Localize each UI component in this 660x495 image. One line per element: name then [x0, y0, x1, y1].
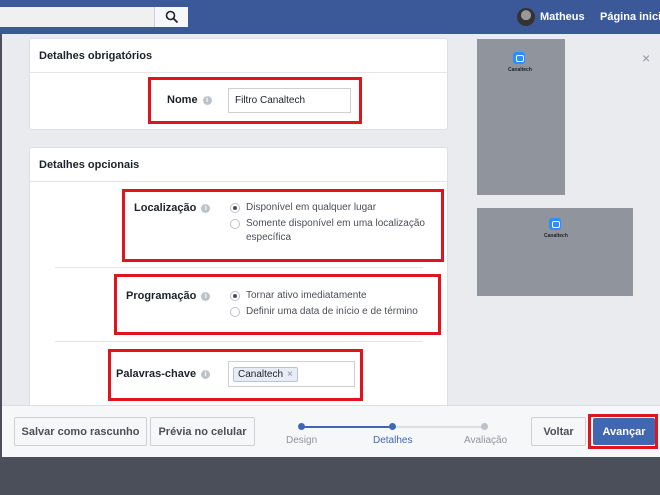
back-label: Voltar	[543, 425, 574, 438]
highlight-schedule	[114, 274, 441, 335]
brand-logo-icon	[513, 52, 525, 64]
back-button[interactable]: Voltar	[531, 417, 586, 446]
save-draft-label: Salvar como rascunho	[21, 425, 140, 438]
section-divider	[55, 341, 423, 342]
section-divider	[55, 267, 423, 268]
backdrop-bottom	[0, 457, 660, 495]
avatar[interactable]	[517, 8, 535, 26]
card-title: Detalhes opcionais	[30, 148, 447, 182]
mobile-preview-label: Prévia no celular	[158, 425, 247, 438]
stepper-line-pending	[392, 426, 484, 428]
step-label-design[interactable]: Design	[286, 435, 317, 446]
filter-details-modal: Detalhes obrigatórios Detalhes opcionais…	[2, 34, 660, 457]
preview-landscape: Canaltech	[477, 208, 633, 296]
preview-portrait: Canaltech	[477, 39, 565, 195]
modal-footer: Salvar como rascunho Prévia no celular D…	[2, 405, 660, 457]
brand-text: Canaltech	[544, 233, 568, 239]
step-dot-details[interactable]	[389, 423, 396, 430]
brand-text: Canaltech	[508, 67, 532, 73]
stepper-line-done	[302, 426, 390, 428]
profile-name-link[interactable]: Matheus	[540, 11, 585, 23]
brand-logo-icon	[549, 218, 561, 230]
card-title: Detalhes obrigatórios	[30, 39, 447, 73]
home-link[interactable]: Página inicial	[600, 11, 660, 23]
highlight-name	[148, 77, 362, 124]
mobile-preview-button[interactable]: Prévia no celular	[150, 417, 255, 446]
top-navigation-bar: Matheus Página inicial	[0, 0, 660, 34]
highlight-location	[122, 189, 444, 262]
save-draft-button[interactable]: Salvar como rascunho	[14, 417, 147, 446]
search-icon	[165, 10, 179, 24]
step-dot-design[interactable]	[298, 423, 305, 430]
highlight-keywords	[108, 349, 363, 401]
close-icon[interactable]: ×	[642, 50, 650, 66]
step-dot-review[interactable]	[481, 423, 488, 430]
highlight-next	[588, 414, 658, 449]
search-button[interactable]	[154, 7, 188, 27]
step-label-review[interactable]: Avaliação	[464, 435, 507, 446]
step-label-details[interactable]: Detalhes	[373, 435, 412, 446]
